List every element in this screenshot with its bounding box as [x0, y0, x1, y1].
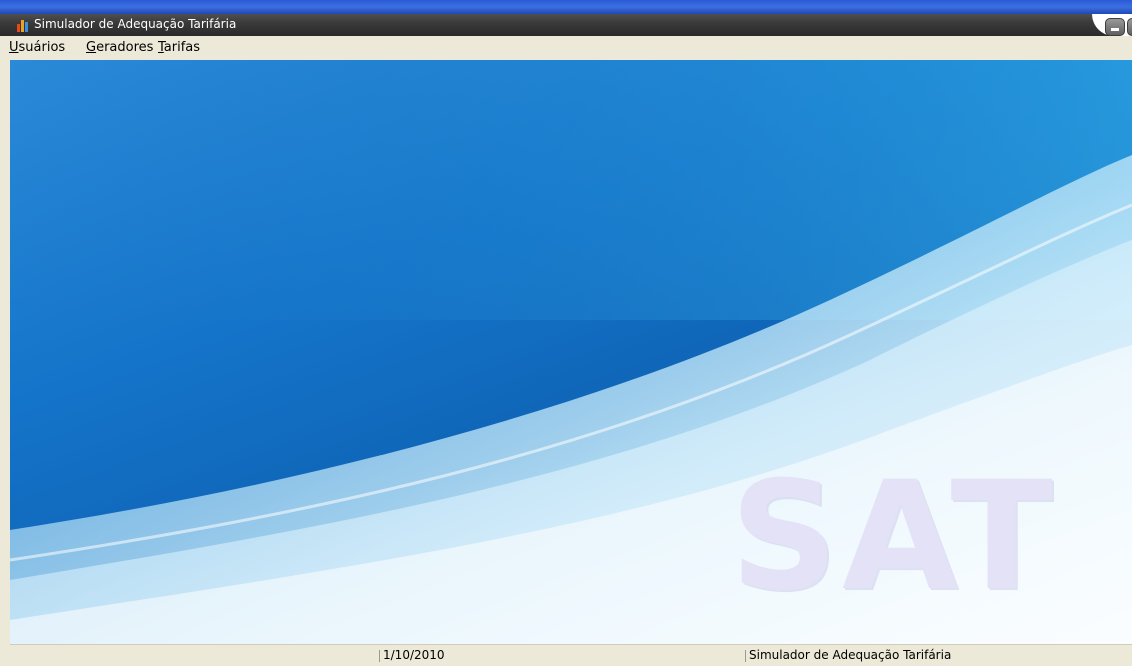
menu-geradores[interactable]: Geradores	[86, 40, 153, 55]
window-title: Simulador de Adequação Tarifária	[34, 17, 237, 31]
app-window: Simulador de Adequação Tarifária Usuário…	[0, 0, 1132, 666]
status-bar	[10, 644, 1132, 666]
desktop-taskbar-strip	[0, 0, 1132, 14]
bar-chart-icon[interactable]	[16, 18, 30, 32]
sat-logo: SAT	[730, 450, 1057, 624]
maximize-button[interactable]	[1127, 18, 1132, 36]
menu-tarifas[interactable]: Tarifas	[158, 40, 200, 55]
menu-usuarios[interactable]: Usuários	[9, 40, 65, 55]
status-date: 1/10/2010	[383, 648, 445, 662]
status-app-name: Simulador de Adequação Tarifária	[749, 648, 952, 662]
minimize-button[interactable]	[1105, 18, 1125, 36]
status-separator	[745, 650, 746, 662]
status-separator	[379, 650, 380, 662]
